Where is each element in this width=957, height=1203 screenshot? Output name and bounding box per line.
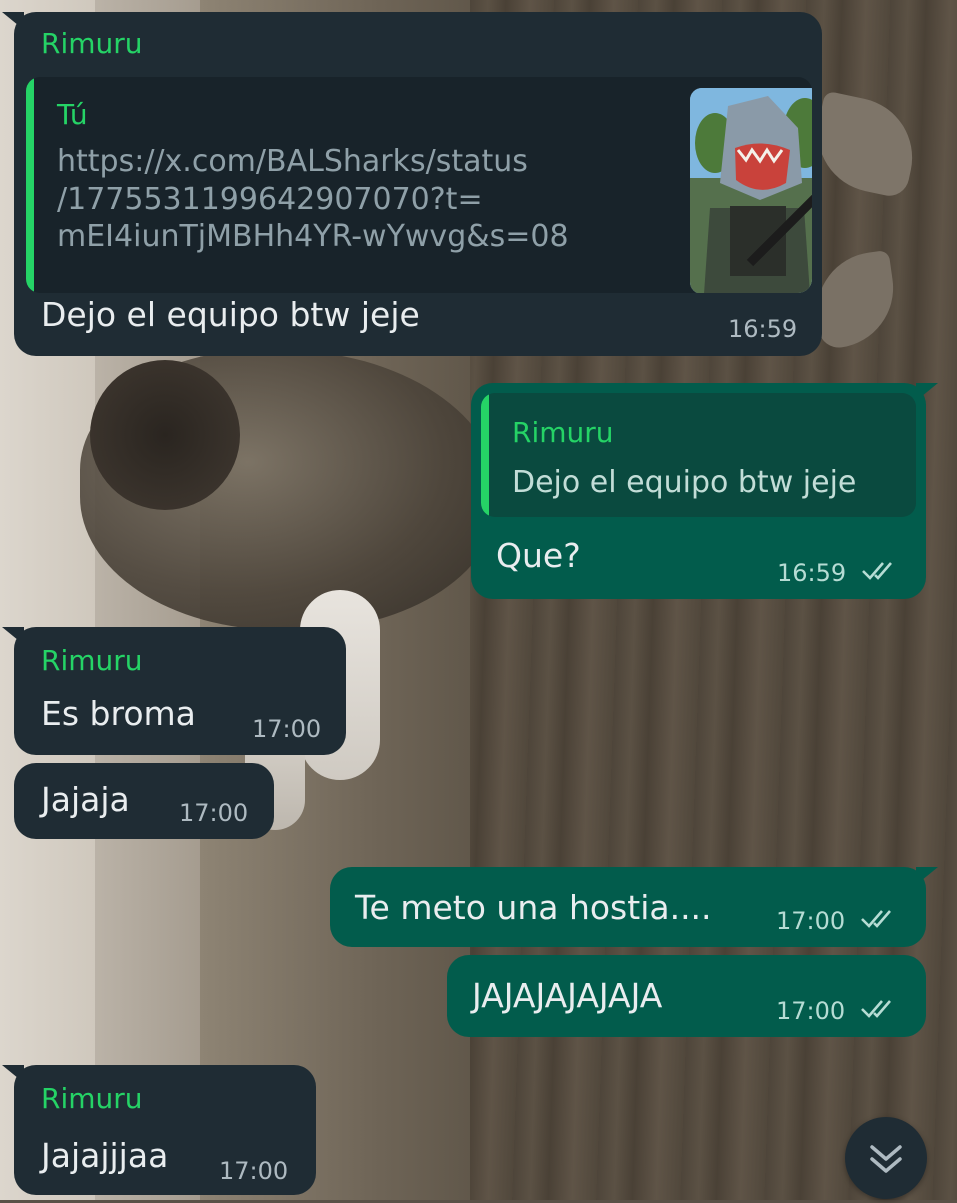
message-time: 17:00: [776, 907, 846, 935]
quote-accent-bar: [26, 77, 34, 293]
quoted-link-line: https://x.com/BALSharks/status: [57, 144, 528, 179]
message-time: 16:59: [728, 315, 798, 343]
double-check-icon: [862, 562, 892, 580]
incoming-message-bubble[interactable]: Rimuru Tú https://x.com/BALSharks/status…: [2, 12, 822, 356]
sender-name: Rimuru: [41, 27, 143, 60]
bubble-tail: [916, 383, 938, 401]
message-time: 17:00: [179, 799, 249, 827]
incoming-message-bubble[interactable]: Rimuru Jajajjjaa 17:00: [2, 1065, 316, 1195]
message-text: Jajajjjaa: [41, 1136, 169, 1175]
message-time: 16:59: [777, 559, 847, 587]
incoming-message-bubble[interactable]: Rimuru Es broma 17:00: [2, 627, 346, 755]
message-time: 17:00: [219, 1157, 289, 1185]
bubble-tail: [2, 627, 24, 645]
message-text: Te meto una hostia....: [355, 888, 712, 927]
double-check-icon: [861, 1000, 891, 1018]
message-time: 17:00: [252, 715, 322, 743]
quoted-link-line: mEI4iunTjMBHh4YR-wYwvg&s=08: [57, 219, 569, 254]
quoted-link-text: https://x.com/BALSharks/status /17755311…: [57, 143, 569, 256]
bubble-tail: [2, 12, 24, 30]
message-text: Que?: [496, 536, 581, 575]
incoming-message-bubble[interactable]: Jajaja 17:00: [14, 763, 274, 839]
scroll-to-bottom-button[interactable]: [845, 1117, 927, 1199]
sender-name: Rimuru: [41, 1082, 143, 1115]
outgoing-message-bubble[interactable]: JAJAJAJAJAJA 17:00: [447, 955, 926, 1037]
quote-accent-bar: [481, 393, 489, 517]
message-time: 17:00: [776, 997, 846, 1025]
quoted-message[interactable]: Tú https://x.com/BALSharks/status /17755…: [26, 77, 812, 293]
message-text: Es broma: [41, 694, 196, 733]
double-check-icon: [861, 910, 891, 928]
wallpaper-cat-tail: [90, 360, 240, 510]
bubble-tail: [2, 1065, 24, 1083]
message-text: Dejo el equipo btw jeje: [41, 295, 420, 334]
link-preview-thumbnail: [690, 88, 812, 293]
quoted-message[interactable]: Rimuru Dejo el equipo btw jeje: [481, 393, 916, 517]
quoted-link-line: /1775531199642907070?t=: [57, 181, 483, 217]
outgoing-message-bubble[interactable]: Te meto una hostia.... 17:00: [330, 867, 938, 947]
bubble-tail: [916, 867, 938, 885]
double-chevron-down-icon: [870, 1145, 902, 1173]
message-text: JAJAJAJAJAJA: [472, 976, 663, 1015]
quoted-sender-name: Rimuru: [512, 416, 614, 449]
quoted-sender-name: Tú: [57, 98, 88, 131]
sender-name: Rimuru: [41, 644, 143, 677]
outgoing-message-bubble[interactable]: Rimuru Dejo el equipo btw jeje Que? 16:5…: [471, 383, 938, 599]
shark-mascot-image: [690, 88, 812, 293]
quoted-message-text: Dejo el equipo btw jeje: [512, 465, 857, 500]
message-text: Jajaja: [41, 780, 130, 819]
